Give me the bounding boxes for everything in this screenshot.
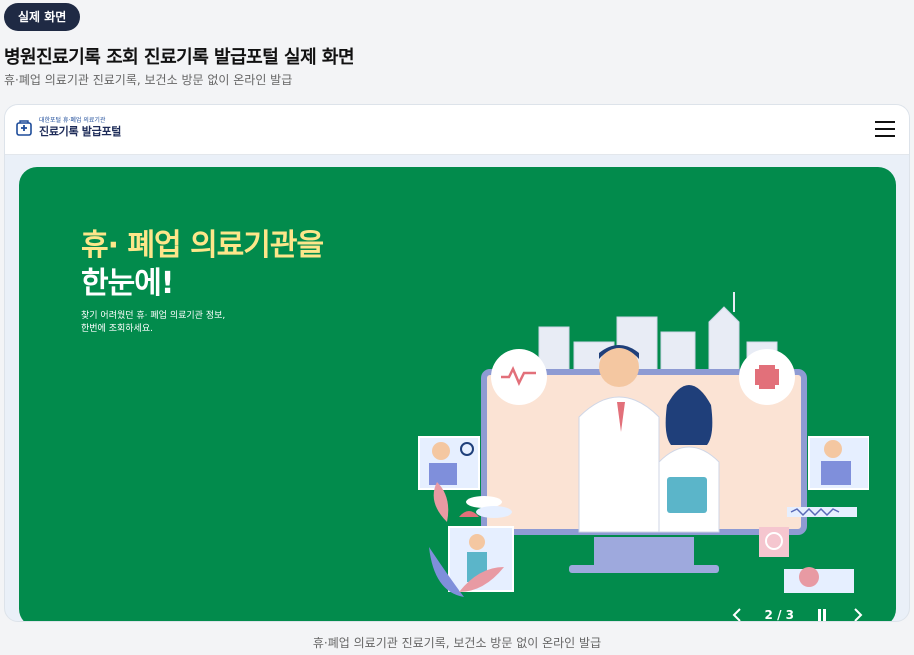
page-title: 병원진료기록 조회 진료기록 발급포털 실제 화면 (4, 47, 355, 68)
page: 실제 화면 병원진료기록 조회 진료기록 발급포털 실제 화면 휴·폐업 의료기… (0, 0, 914, 655)
hero-desc-line1: 찾기 어려웠던 휴· 폐업 의료기관 정보, (81, 311, 226, 321)
logo-small-text: 대한포털 휴·폐업 의료기관 (39, 117, 106, 124)
hero-headline-line1: 휴· 폐업 의료기관을 (81, 228, 324, 263)
site-logo[interactable]: 대한포털 휴·폐업 의료기관 진료기록 발급포털 (15, 117, 121, 138)
hero-desc-line2: 한번에 조회하세요. (81, 324, 153, 334)
carousel-counter: 2 / 3 (764, 608, 794, 622)
chevron-left-icon[interactable] (729, 607, 745, 621)
logo-text: 대한포털 휴·폐업 의료기관 진료기록 발급포털 (39, 117, 121, 138)
figure-caption: 휴·폐업 의료기관 진료기록, 보건소 방문 없이 온라인 발급 (312, 636, 602, 650)
page-subtitle: 휴·폐업 의료기관 진료기록, 보건소 방문 없이 온라인 발급 (4, 73, 293, 87)
carousel-current: 2 (764, 608, 773, 622)
screen-badge: 실제 화면 (4, 3, 81, 31)
hospital-logo-icon (16, 119, 32, 136)
hero-description: 찾기 어려웠던 휴· 폐업 의료기관 정보, 한번에 조회하세요. (81, 310, 225, 336)
logo-big-text: 진료기록 발급포털 (39, 125, 122, 138)
hamburger-menu-icon[interactable] (875, 121, 895, 138)
pause-icon[interactable] (814, 607, 830, 621)
hero-headline: 휴· 폐업 의료기관을 한눈에! (81, 227, 324, 303)
chevron-right-icon[interactable] (850, 607, 866, 621)
carousel-total: 3 (785, 608, 794, 622)
screenshot-frame: 대한포털 휴·폐업 의료기관 진료기록 발급포털 휴· 폐업 의료기관을 한눈에… (4, 104, 910, 622)
hero-headline-line2: 한눈에! (81, 266, 174, 301)
hero-banner: 휴· 폐업 의료기관을 한눈에! 찾기 어려웠던 휴· 폐업 의료기관 정보, … (19, 167, 896, 622)
carousel-controls: 2 / 3 (729, 607, 866, 622)
site-header: 대한포털 휴·폐업 의료기관 진료기록 발급포털 (5, 105, 909, 155)
doctors-illustration (418, 292, 869, 597)
carousel-separator: / (777, 608, 782, 622)
